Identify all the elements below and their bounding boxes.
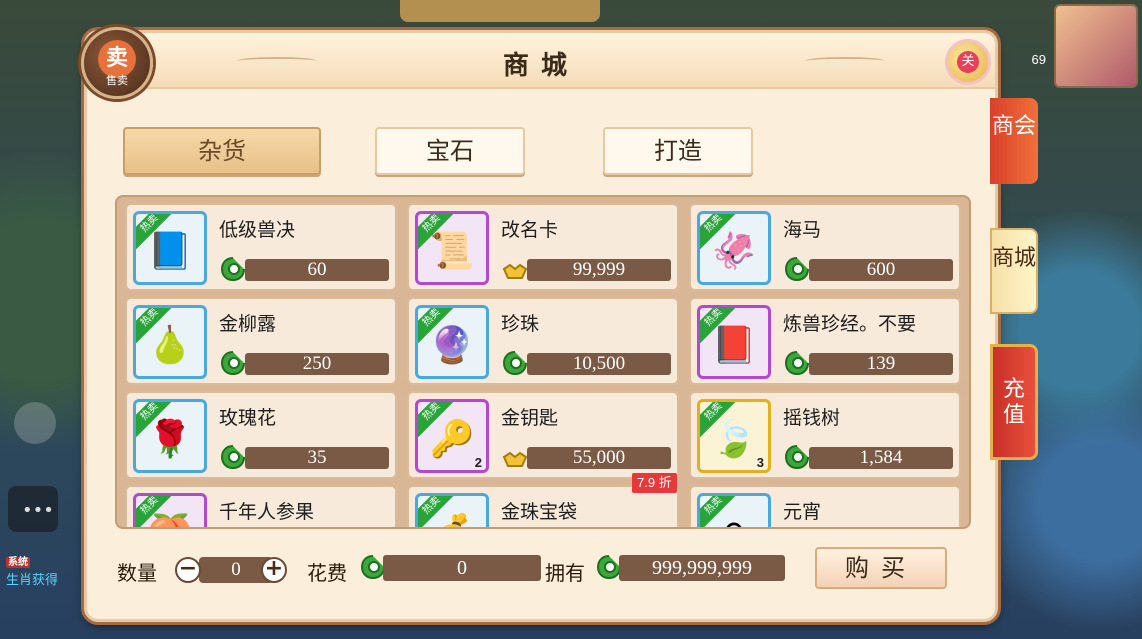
close-button[interactable]: 关 [945, 39, 991, 85]
voice-button[interactable] [14, 402, 56, 444]
item-count: 3 [756, 455, 764, 470]
sell-label: 售卖 [106, 74, 128, 87]
item-price: 10,500 [527, 353, 671, 375]
item-price: 1,584 [809, 447, 953, 469]
system-text: 生肖获得 [6, 573, 59, 588]
shop-item-card[interactable]: ⚪热卖元宵 [689, 485, 961, 527]
shop-item-card[interactable]: 🍐 热卖 金柳露 250 [125, 297, 397, 385]
item-name: 海马 [783, 219, 822, 241]
item-grid[interactable]: 📘 热卖 低级兽决 60 📜 热卖 改名卡 99,999 🦑 热卖 海马 600 🍐 热卖 金柳露 250 🔮 热… [115, 195, 971, 529]
tab-trade-guild[interactable]: 商会 [990, 98, 1038, 184]
title-deco-right [805, 57, 885, 65]
item-name: 金钥匙 [501, 407, 559, 429]
discount-tag: 7.9 折 [632, 473, 677, 493]
item-price: 60 [245, 259, 389, 281]
item-name: 炼兽珍经。不要 [783, 313, 917, 335]
system-message: 系统 生肖获得 [6, 553, 82, 590]
quantity-minus-button[interactable]: − [175, 557, 201, 583]
item-price: 600 [809, 259, 953, 281]
item-price: 99,999 [527, 259, 671, 281]
shop-item-card[interactable]: 📜 热卖 改名卡 99,999 [407, 203, 679, 291]
item-count: 2 [474, 455, 482, 470]
background-banner [400, 0, 600, 22]
pearl-icon: 🔮 热卖 [415, 305, 489, 379]
shop-item-card[interactable]: 🦑 热卖 海马 600 [689, 203, 961, 291]
gold-ingot-icon [501, 255, 529, 283]
silver-coin-icon [219, 443, 247, 471]
item-name: 元宵 [783, 501, 822, 523]
owned-value: 999,999,999 [619, 555, 785, 581]
sell-button[interactable]: 卖 售卖 [81, 27, 153, 99]
silver-coin-icon [783, 255, 811, 283]
shop-panel: 商城 卖 售卖 关 杂货 宝石 打造 📘 热卖 低级兽决 60 📜 热卖 改名卡 99,999… [81, 27, 998, 622]
item-price: 139 [809, 353, 953, 375]
system-tag: 系统 [6, 557, 30, 568]
item-name: 玫瑰花 [219, 407, 277, 429]
close-icon: 关 [957, 51, 979, 73]
cost-value: 0 [383, 555, 541, 581]
item-name: 低级兽决 [219, 219, 296, 241]
rose-icon: 🌹 热卖 [133, 399, 207, 473]
silver-coin-icon [219, 349, 247, 377]
silver-coin-icon [783, 443, 811, 471]
item-name: 金柳露 [219, 313, 277, 335]
item-name: 摇钱树 [783, 407, 841, 429]
shop-item-card[interactable]: 🍑热卖千年人参果 [125, 485, 397, 527]
gourd-icon: 🍐 热卖 [133, 305, 207, 379]
shop-item-card[interactable]: 🔮 热卖 珍珠 10,500 [407, 297, 679, 385]
tab-forge[interactable]: 打造 [603, 127, 753, 175]
gold-ingot-icon [501, 443, 529, 471]
money-tree-icon: 🍃 热卖 3 [697, 399, 771, 473]
own-label: 拥有 [545, 561, 585, 585]
scroll-icon: 📜 热卖 [415, 211, 489, 285]
item-price: 250 [245, 353, 389, 375]
quantity-plus-button[interactable]: + [261, 557, 287, 583]
item-price: 35 [245, 447, 389, 469]
shop-item-card[interactable]: 🍃 热卖 3 摇钱树 1,584 [689, 391, 961, 479]
tab-recharge[interactable]: 充值 [990, 344, 1038, 460]
treasure-bag-icon: 💰热卖 [415, 493, 489, 527]
cost-label: 花费 [307, 561, 347, 585]
tab-gems[interactable]: 宝石 [375, 127, 525, 175]
seahorse-icon: 🦑 热卖 [697, 211, 771, 285]
shop-item-card[interactable]: 🔑 热卖 2 金钥匙 55,000 [407, 391, 679, 479]
dumpling-icon: ⚪热卖 [697, 493, 771, 527]
shop-item-card[interactable]: 📕 热卖 炼兽珍经。不要 139 [689, 297, 961, 385]
shop-item-card[interactable]: 📘 热卖 低级兽决 60 [125, 203, 397, 291]
quantity-label: 数量 [117, 561, 157, 585]
item-name: 千年人参果 [219, 501, 315, 523]
chat-icon: ••• [22, 500, 54, 521]
book-icon: 📕 热卖 [697, 305, 771, 379]
item-name: 珍珠 [501, 313, 540, 335]
skill-book-icon: 📘 热卖 [133, 211, 207, 285]
buy-button[interactable]: 购买 [815, 547, 947, 589]
item-name: 改名卡 [501, 219, 559, 241]
player-level: 69 [1031, 52, 1046, 67]
panel-header: 商城 [87, 33, 995, 89]
tab-shop[interactable]: 商城 [990, 228, 1038, 314]
ginseng-fruit-icon: 🍑热卖 [133, 493, 207, 527]
player-avatar[interactable] [1054, 4, 1138, 88]
key-icon: 🔑 热卖 2 [415, 399, 489, 473]
silver-coin-icon [219, 255, 247, 283]
item-name: 金珠宝袋 [501, 501, 578, 523]
silver-coin-icon [501, 349, 529, 377]
silver-coin-icon [783, 349, 811, 377]
item-price: 55,000 [527, 447, 671, 469]
shop-item-card[interactable]: 🌹 热卖 玫瑰花 35 [125, 391, 397, 479]
tab-groceries[interactable]: 杂货 [123, 127, 321, 175]
